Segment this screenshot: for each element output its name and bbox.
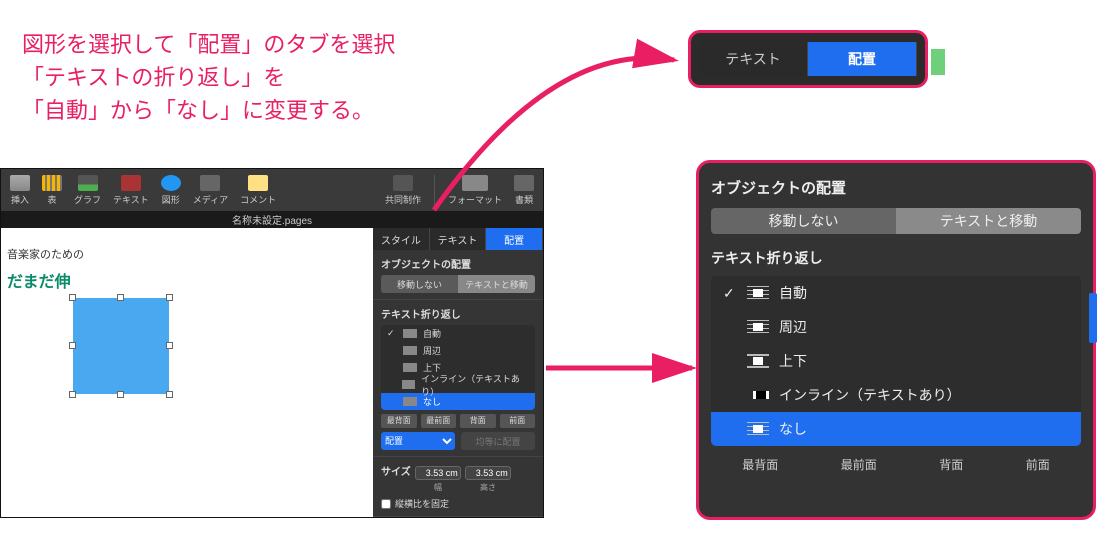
toolbar-chart[interactable]: グラフ — [71, 173, 104, 208]
chart-icon — [78, 175, 98, 191]
document-tab[interactable]: 名称未設定.pages — [1, 211, 543, 228]
zoom-seg-move[interactable]: テキストと移動 — [896, 208, 1081, 234]
wrap-inline[interactable]: インライン（テキストあり） — [381, 376, 535, 393]
instruction-text: 図形を選択して「配置」のタブを選択 「テキストの折り返し」を 「自動」から「なし… — [22, 28, 395, 127]
wrap-auto[interactable]: ✓自動 — [381, 325, 535, 342]
constrain-label: 縦横比を固定 — [395, 497, 449, 510]
document-canvas[interactable]: 音楽家のための だまだ伸 — [1, 228, 373, 517]
order-front[interactable]: 前面 — [500, 414, 536, 428]
toolbar-insert[interactable]: 挿入 — [7, 173, 33, 208]
distribute-disabled: 均等に配置 — [461, 432, 535, 450]
zoom-order-backmost[interactable]: 最背面 — [742, 456, 778, 473]
wrap-head: テキスト折り返し — [381, 306, 535, 321]
zoom-tabs-callout: テキスト 配置 — [688, 30, 928, 88]
tab-style[interactable]: スタイル — [373, 228, 430, 250]
align-select[interactable]: 配置 — [381, 432, 455, 450]
zoom-order-front[interactable]: 前面 — [1026, 456, 1050, 473]
order-backmost[interactable]: 最背面 — [381, 414, 417, 428]
seg-stay[interactable]: 移動しない — [381, 275, 458, 293]
seg-move[interactable]: テキストと移動 — [458, 275, 535, 293]
shape-icon — [161, 175, 181, 191]
zoom-wrap-menu[interactable]: ✓自動 周辺 上下 インライン（テキストあり） なし — [711, 276, 1081, 446]
order-frontmost[interactable]: 最前面 — [421, 414, 457, 428]
inspector-tabs: スタイル テキスト 配置 — [373, 228, 543, 250]
constrain-checkbox[interactable] — [381, 499, 391, 509]
wrap-dropdown[interactable]: ✓自動 周辺 上下 インライン（テキストあり） なし — [381, 325, 535, 410]
media-icon — [200, 175, 220, 191]
toolbar: 挿入 表 グラフ テキスト 図形 メディア コメント 共同制作 フォーマット 書… — [1, 169, 543, 211]
toolbar-table[interactable]: 表 — [39, 173, 65, 208]
zoom-wrap-inline[interactable]: インライン（テキストあり） — [711, 378, 1081, 412]
selected-shape[interactable] — [73, 298, 169, 394]
toolbar-shape[interactable]: 図形 — [158, 173, 184, 208]
doc-subheading: だまだ伸 — [7, 268, 71, 292]
order-buttons: 最背面 最前面 背面 前面 — [381, 414, 535, 428]
inspector-panel: スタイル テキスト 配置 オブジェクトの配置 移動しない テキストと移動 テキス… — [373, 228, 543, 517]
size-head: サイズ — [381, 463, 411, 478]
toolbar-text[interactable]: テキスト — [110, 173, 152, 208]
zoom-tab-text[interactable]: テキスト — [699, 42, 808, 76]
wrap-around[interactable]: 周辺 — [381, 342, 535, 359]
toolbar-format[interactable]: フォーマット — [445, 173, 505, 208]
table-icon — [42, 175, 62, 191]
zoom-order-row: 最背面 最前面 背面 前面 — [711, 456, 1081, 473]
arrow-to-wrap — [542, 350, 712, 420]
toolbar-document[interactable]: 書類 — [511, 173, 537, 208]
width-field[interactable] — [415, 466, 461, 480]
toolbar-comment[interactable]: コメント — [237, 173, 279, 208]
order-back[interactable]: 背面 — [460, 414, 496, 428]
document-icon — [514, 175, 534, 191]
toolbar-media[interactable]: メディア — [190, 173, 231, 208]
zoom-order-frontmost[interactable]: 最前面 — [841, 456, 877, 473]
share-icon — [393, 175, 413, 191]
toolbar-share[interactable]: 共同制作 — [382, 173, 424, 208]
zoom-placement-seg[interactable]: 移動しない テキストと移動 — [711, 208, 1081, 234]
zoom-wrap-callout: オブジェクトの配置 移動しない テキストと移動 テキスト折り返し ✓自動 周辺 … — [696, 160, 1096, 520]
zoom-tab-arrange[interactable]: 配置 — [808, 42, 917, 76]
pages-window: 挿入 表 グラフ テキスト 図形 メディア コメント 共同制作 フォーマット 書… — [0, 168, 544, 518]
zoom-wrap-around[interactable]: 周辺 — [711, 310, 1081, 344]
zoom-wrap-topbot[interactable]: 上下 — [711, 344, 1081, 378]
tab-arrange[interactable]: 配置 — [486, 228, 543, 250]
zoom-order-back[interactable]: 背面 — [939, 456, 963, 473]
zoom-seg-stay[interactable]: 移動しない — [711, 208, 896, 234]
zoom-edge-sliver — [931, 49, 945, 75]
doc-heading: 音楽家のための — [7, 246, 84, 262]
zoom-placement-head: オブジェクトの配置 — [711, 177, 1081, 198]
placement-head: オブジェクトの配置 — [381, 256, 535, 271]
accent-bar — [1089, 293, 1097, 343]
zoom-wrap-auto[interactable]: ✓自動 — [711, 276, 1081, 310]
comment-icon — [248, 175, 268, 191]
tab-text[interactable]: テキスト — [430, 228, 487, 250]
text-icon — [121, 175, 141, 191]
height-field[interactable] — [465, 466, 511, 480]
zoom-wrap-none[interactable]: なし — [711, 412, 1081, 446]
placement-segmented[interactable]: 移動しない テキストと移動 — [381, 275, 535, 293]
format-icon — [462, 175, 488, 191]
insert-icon — [10, 175, 30, 191]
zoom-wrap-head: テキスト折り返し — [711, 248, 1081, 268]
